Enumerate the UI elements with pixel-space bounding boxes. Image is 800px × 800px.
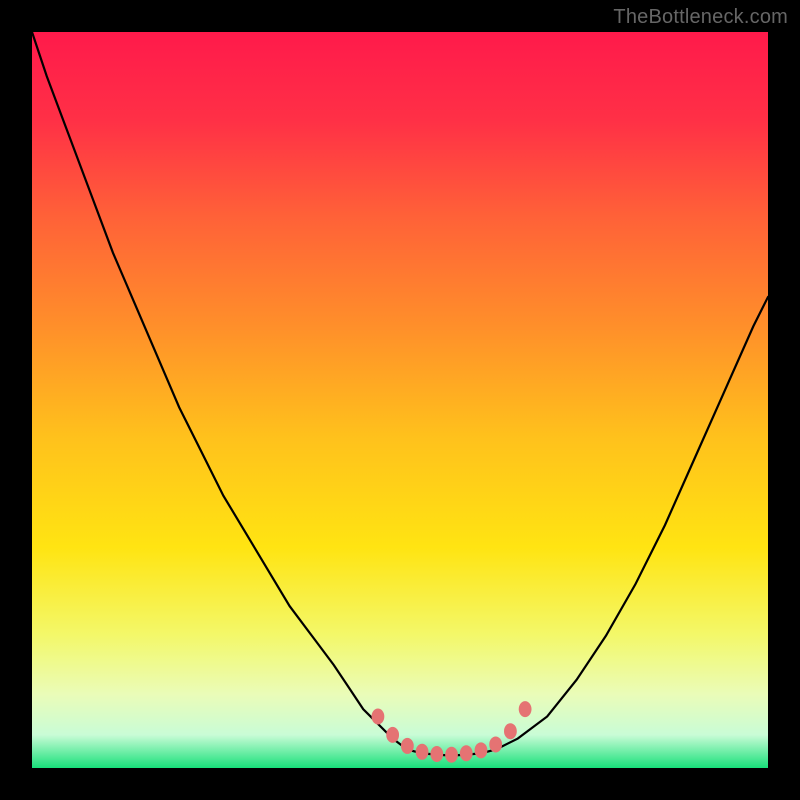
gradient-background [32, 32, 768, 768]
chart-svg [32, 32, 768, 768]
chart-frame: TheBottleneck.com [0, 0, 800, 800]
marker-point-10 [519, 701, 532, 717]
marker-point-7 [475, 742, 488, 758]
watermark-text: TheBottleneck.com [613, 6, 788, 29]
plot-area [32, 32, 768, 768]
marker-point-8 [489, 736, 502, 752]
marker-point-6 [460, 745, 473, 761]
marker-point-2 [401, 738, 414, 754]
marker-point-9 [504, 723, 517, 739]
marker-point-1 [386, 727, 399, 743]
marker-point-5 [445, 747, 458, 763]
marker-point-4 [430, 746, 443, 762]
marker-point-0 [372, 708, 385, 724]
marker-point-3 [416, 744, 429, 760]
